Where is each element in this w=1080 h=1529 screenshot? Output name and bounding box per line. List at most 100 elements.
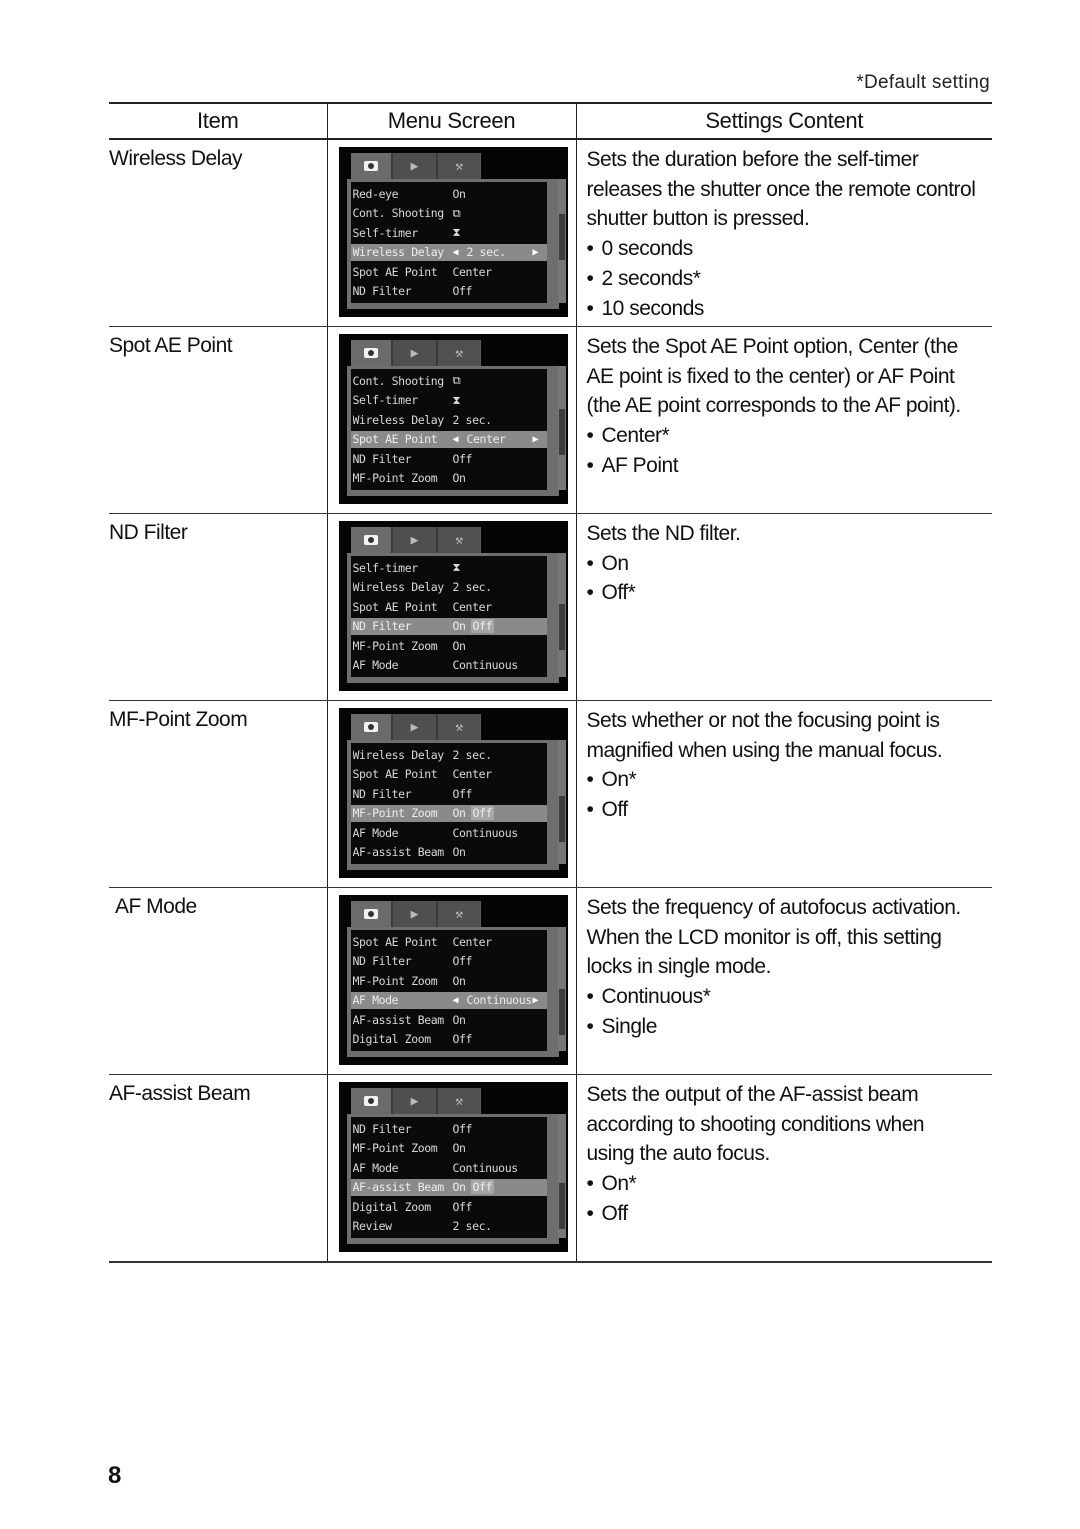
menu-row-label: Wireless Delay [352, 747, 445, 762]
menu-row-label: Wireless Delay [352, 245, 445, 260]
menu-row: ND Filter Off [351, 283, 547, 300]
menu-row: AF-assist Beam On [351, 1011, 547, 1028]
item-name: Spot AE Point [109, 334, 233, 357]
options-list: • On* • Off [587, 765, 993, 824]
menu-row-value-text: Continuous [452, 1160, 519, 1175]
description-line: Sets the ND filter. [586, 522, 741, 545]
menu-row-value-text: Center [452, 599, 493, 614]
menu-row: Red-eye On [351, 185, 547, 202]
menu-row-value-text: Continuous [452, 658, 519, 673]
menu-row: AF Mode Continuous [351, 824, 547, 841]
menu-screen-image: ▶︎ ⚒︎ Spot AE Point Center ND Filter Off MF-… [338, 895, 568, 1065]
menu-scrollbar [557, 740, 566, 864]
play-icon: ▶︎ [391, 340, 436, 366]
menu-row: AF Mode Continuous [351, 1159, 547, 1176]
table-row: AF Mode ▶︎ ⚒︎ Spot AE Point Center ND Filt… [109, 887, 993, 1075]
camera-icon [350, 340, 392, 366]
menu-screen-cell: ▶︎ ⚒︎ Spot AE Point Center ND Filter Off MF-… [326, 887, 576, 1075]
menu-row-label: AF Mode [352, 1160, 399, 1175]
menu-row-label: AF-assist Beam [352, 845, 445, 860]
menu-row-value: Off [453, 1122, 547, 1136]
description-line: magnified when using the manual focus. [586, 738, 943, 762]
menu-row-value: On [453, 845, 547, 859]
options-list: • Continuous* • Single [587, 982, 993, 1041]
menu-row: Cont. Shooting ⧉ [351, 372, 547, 389]
description-line: using the auto focus. [586, 1142, 771, 1166]
menu-row-label: Cont. Shooting [352, 206, 445, 221]
menu-row: Cont. Shooting ⧉ [351, 205, 547, 222]
options-list: • On • Off* [587, 549, 993, 608]
menu-row-value-text: Off [452, 786, 473, 801]
scroll-thumb [558, 796, 565, 842]
menu-screen-cell: ▶︎ ⚒︎ Red-eye On Cont. Shooting ⧉ Self-timer… [326, 139, 576, 327]
menu-list: Wireless Delay 2 sec. Spot AE Point Center N… [350, 743, 547, 864]
item-cell: AF Mode [109, 887, 327, 1075]
menu-tabs: ▶︎ ⚒︎ [350, 901, 481, 927]
menu-row: Wireless Delay 2 sec. [351, 579, 547, 596]
play-icon: ▶︎ [391, 1088, 436, 1114]
option-item: • On* [587, 1169, 993, 1199]
settings-description: Sets the Spot AE Point option, Center (t… [577, 327, 993, 481]
description-line: Sets the frequency of autofocus activati… [586, 896, 962, 919]
menu-list: Cont. Shooting ⧉ Self-timer ⧗ Wireless Delay… [350, 369, 547, 490]
menu-row-value: On Off [453, 619, 547, 634]
menu-screen-image: ▶︎ ⚒︎ ND Filter Off MF-Point Zoom On AF Mode… [338, 1082, 568, 1252]
bullet-icon: • [586, 551, 594, 575]
menu-row-value: Off [453, 452, 547, 466]
menu-screen-image: ▶︎ ⚒︎ Cont. Shooting ⧉ Self-timer ⧗ Wireless… [338, 334, 568, 504]
camera-icon [350, 153, 392, 179]
setup-icon: ⚒︎ [435, 714, 481, 740]
menu-row-label: AF Mode [352, 993, 399, 1008]
bullet-icon: • [586, 581, 594, 605]
menu-list: Red-eye On Cont. Shooting ⧉ Self-timer ⧗ Wirel… [350, 182, 547, 303]
settings-description: Sets the duration before the self-timer r… [577, 140, 993, 323]
menu-row-value-text: On [452, 186, 466, 201]
bullet-icon: • [586, 237, 594, 261]
menu-row-value-text: 2 sec. [452, 747, 493, 762]
left-arrow-icon: ◀ [452, 433, 459, 445]
menu-panel: Cont. Shooting ⧉ Self-timer ⧗ Wireless Delay… [346, 366, 559, 496]
settings-content-cell: Sets whether or not the focusing point i… [575, 700, 993, 888]
bullet-icon: • [586, 1172, 594, 1196]
menu-row-value-text: 2 sec. [466, 245, 507, 260]
item-name: ND Filter [109, 521, 188, 544]
menu-screen-image: ▶︎ ⚒︎ Wireless Delay 2 sec. Spot AE Point C… [338, 708, 568, 878]
menu-row-value: ⧗ [453, 393, 547, 408]
menu-row-label: Cont. Shooting [352, 373, 445, 388]
menu-row-value-text: Off [452, 451, 473, 466]
camera-icon [350, 1088, 392, 1114]
default-setting-note: *Default setting [856, 72, 990, 93]
menu-row-value-text: ⧉ [452, 205, 461, 220]
table-row: ND Filter ▶︎ ⚒︎ Self-timer ⧗ Wireless Dela… [109, 513, 993, 701]
menu-row-label: Spot AE Point [352, 264, 438, 279]
menu-row-label: AF-assist Beam [352, 1180, 445, 1195]
menu-row: Spot AE Point Center [351, 598, 547, 615]
option-label: Off* [601, 581, 636, 605]
setup-icon: ⚒︎ [435, 1088, 481, 1114]
menu-panel: Red-eye On Cont. Shooting ⧉ Self-timer ⧗ Wirel… [346, 179, 559, 309]
setup-icon: ⚒︎ [435, 901, 481, 927]
menu-row-value-text: ⧗ [452, 560, 461, 575]
description-line: Sets the duration before the self-timer [586, 148, 919, 171]
menu-row-selected: AF Mode ◀ Continuous ▶ [350, 991, 547, 1009]
right-arrow-icon: ▶ [532, 433, 539, 445]
menu-panel: Self-timer ⧗ Wireless Delay 2 sec. Spot AE P… [346, 553, 559, 683]
bullet-icon: • [586, 296, 594, 320]
menu-row-value: Off [453, 954, 547, 968]
menu-row: Spot AE Point Center [351, 263, 547, 280]
menu-row-selected: Wireless Delay ◀ 2 sec. ▶ [350, 243, 547, 261]
setup-icon: ⚒︎ [435, 153, 481, 179]
play-icon: ▶︎ [391, 714, 436, 740]
settings-content-cell: Sets the duration before the self-timer r… [575, 139, 993, 327]
menu-row: Wireless Delay 2 sec. [351, 411, 547, 428]
menu-row: Review 2 sec. [351, 1218, 547, 1235]
description-text: Sets whether or not the focusing point i… [587, 706, 993, 765]
table-row: MF-Point Zoom ▶︎ ⚒︎ Wireless Delay 2 sec.… [109, 700, 993, 888]
description-text: Sets the output of the AF-assist beam acc… [587, 1080, 993, 1169]
option-label: 0 seconds [601, 237, 694, 261]
menu-row-value-text: Off [452, 1121, 473, 1136]
menu-row-value: 2 sec. [467, 245, 533, 259]
option-item: • Off* [587, 578, 993, 608]
menu-row-value: On [453, 974, 547, 988]
menu-row-value-text: On [452, 1141, 466, 1156]
